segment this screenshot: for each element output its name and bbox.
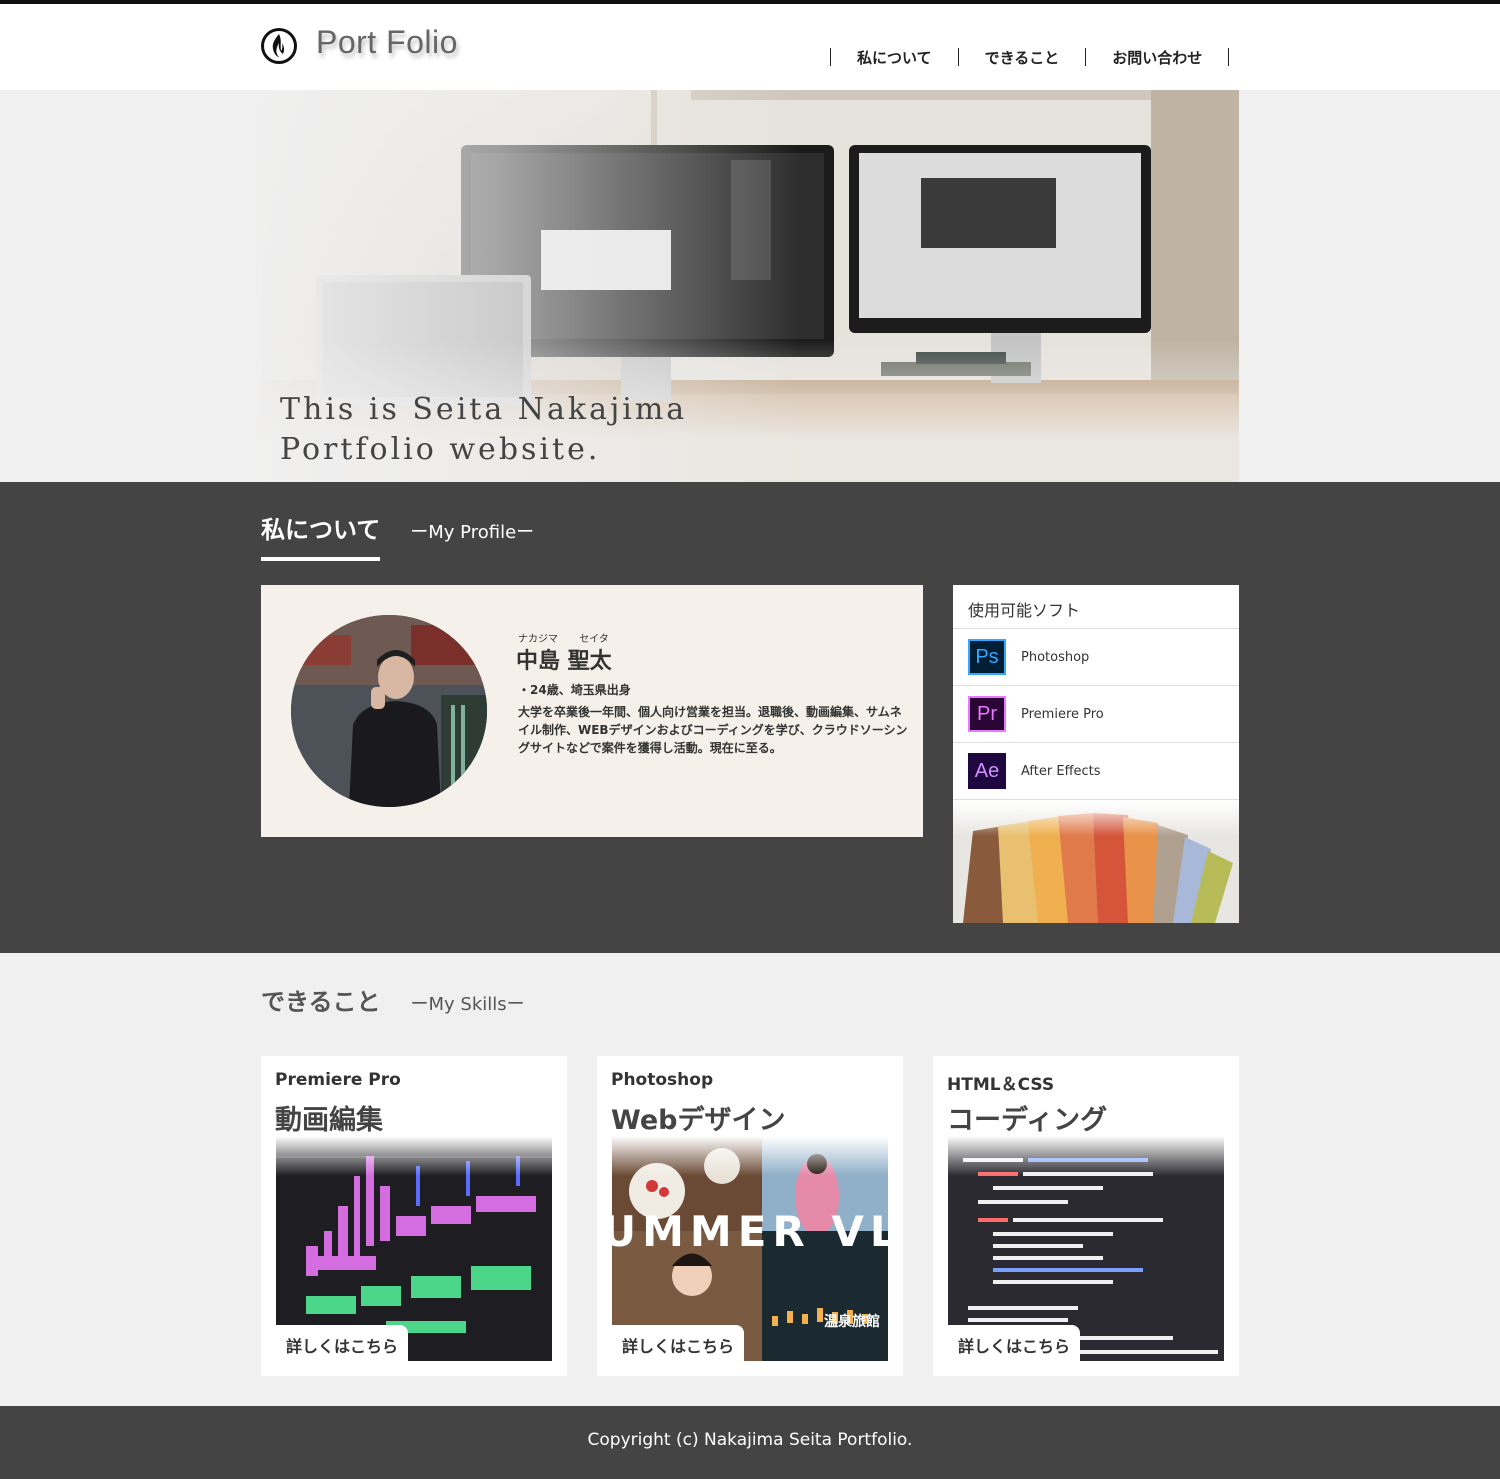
skill-name: 動画編集 bbox=[275, 1105, 383, 1136]
software-label: Photoshop bbox=[1021, 649, 1090, 665]
details-button[interactable]: 詳しくはこちら bbox=[948, 1325, 1081, 1361]
image-top-fade bbox=[948, 1136, 1224, 1176]
image-top-fade bbox=[276, 1136, 552, 1176]
software-label: Premiere Pro bbox=[1021, 706, 1104, 722]
flame-logo-icon[interactable] bbox=[261, 28, 297, 64]
profile-name: 中島 聖太 bbox=[516, 649, 612, 674]
site-footer: Copyright (c) Nakajima Seita Portfolio. bbox=[0, 1406, 1500, 1479]
skill-card-web-design[interactable]: Photoshop Webデザイン UMMER VLO 温泉旅館 bbox=[597, 1056, 903, 1376]
nav-separator bbox=[1228, 48, 1230, 66]
profile-age-origin: ・24歳、埼玉県出身 bbox=[518, 683, 631, 697]
nav-item-about[interactable]: 私について bbox=[831, 48, 958, 68]
details-button[interactable]: 詳しくはこちら bbox=[612, 1325, 745, 1361]
nav-item-skills[interactable]: できること bbox=[959, 48, 1086, 68]
premiere-pro-icon: Pr bbox=[968, 696, 1006, 732]
software-title: 使用可能ソフト bbox=[953, 585, 1239, 629]
photoshop-icon-abbr: Ps bbox=[975, 645, 999, 668]
software-label: After Effects bbox=[1021, 763, 1101, 779]
details-button[interactable]: 詳しくはこちら bbox=[276, 1325, 409, 1361]
software-item-premiere-pro[interactable]: Pr Premiere Pro bbox=[953, 686, 1239, 743]
hero-tagline-line1: This is Seita Nakajima bbox=[280, 392, 688, 427]
after-effects-icon: Ae bbox=[968, 753, 1006, 789]
skills-subtitle: ーMy Skillsー bbox=[410, 994, 525, 1015]
profile-description: 大学を卒業後一年間、個人向け営業を担当。退職後、動画編集、サムネイル制作、WEB… bbox=[518, 705, 908, 755]
software-item-after-effects[interactable]: Ae After Effects bbox=[953, 743, 1239, 800]
skill-tool: Photoshop bbox=[611, 1070, 714, 1090]
skill-card-video-editing[interactable]: Premiere Pro 動画編集 詳しくはこちら bbox=[261, 1056, 567, 1376]
copyright-text: Copyright (c) Nakajima Seita Portfolio. bbox=[587, 1430, 913, 1450]
skill-tool: Premiere Pro bbox=[275, 1070, 401, 1090]
nav-item-contact[interactable]: お問い合わせ bbox=[1086, 48, 1228, 68]
premiere-pro-icon-abbr: Pr bbox=[977, 702, 997, 725]
image-top-fade bbox=[612, 1136, 888, 1176]
thumbnail-title-text: UMMER VLO bbox=[612, 1207, 888, 1256]
skill-name: Webデザイン bbox=[611, 1105, 786, 1136]
software-card: 使用可能ソフト Ps Photoshop Pr Premiere Pro Ae … bbox=[953, 585, 1239, 923]
after-effects-icon-abbr: Ae bbox=[974, 759, 1000, 782]
skill-card-coding[interactable]: HTML＆CSS コーディング 詳しくはこちら bbox=[933, 1056, 1239, 1376]
site-logo-text[interactable]: Port Folio bbox=[316, 24, 458, 61]
hero-tagline-line2: Portfolio website. bbox=[280, 432, 601, 467]
photoshop-icon: Ps bbox=[968, 639, 1006, 675]
site-header: Port Folio 私について できること お問い合わせ bbox=[0, 4, 1500, 90]
skill-tool: HTML＆CSS bbox=[947, 1075, 1055, 1095]
profile-heading: 私について ーMy Profileー bbox=[261, 510, 534, 561]
skill-image-timeline: 詳しくはこちら bbox=[276, 1136, 552, 1361]
profile-section: 私について ーMy Profileー ナカジマ セイタ 中島 聖太 ・24歳、埼… bbox=[0, 482, 1500, 953]
software-item-photoshop[interactable]: Ps Photoshop bbox=[953, 629, 1239, 686]
main-nav: 私について できること お問い合わせ bbox=[830, 48, 1230, 68]
hero-tagline: This is Seita Nakajima Portfolio website… bbox=[280, 390, 687, 470]
hero-section: This is Seita Nakajima Portfolio website… bbox=[0, 90, 1500, 482]
skill-image-code: 詳しくはこちら bbox=[948, 1136, 1224, 1361]
profile-title: 私について bbox=[261, 510, 381, 561]
skills-heading: できること ーMy Skillsー bbox=[261, 982, 525, 1017]
skill-image-vlog-thumbnail: UMMER VLO 温泉旅館 詳しくはこちら bbox=[612, 1136, 888, 1361]
thumbnail-caption-text: 温泉旅館 bbox=[824, 1313, 880, 1330]
profile-card: ナカジマ セイタ 中島 聖太 ・24歳、埼玉県出身 大学を卒業後一年間、個人向け… bbox=[261, 585, 923, 837]
color-swatch-image bbox=[953, 801, 1239, 923]
profile-subtitle: ーMy Profileー bbox=[410, 522, 535, 543]
profile-photo bbox=[291, 615, 487, 807]
skills-title: できること bbox=[261, 988, 381, 1016]
skill-name: コーディング bbox=[947, 1105, 1108, 1136]
